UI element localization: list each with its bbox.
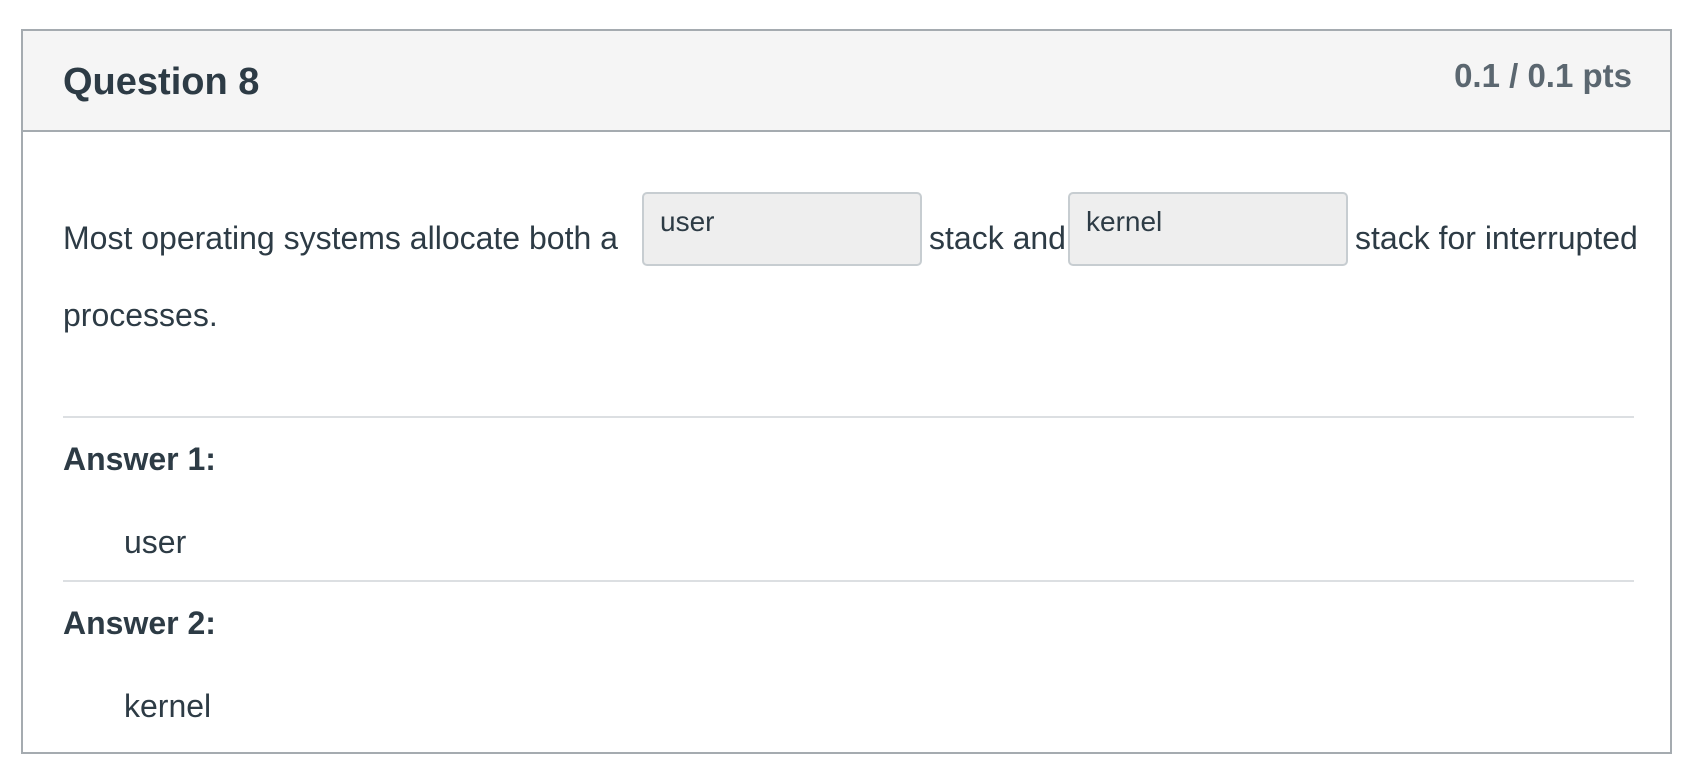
answer-blank-2[interactable]: kernel xyxy=(1068,192,1348,266)
question-title: Question 8 xyxy=(63,61,260,103)
question-text-part-2: stack and xyxy=(929,220,1066,256)
question-text-part-3: stack for interrupted xyxy=(1355,220,1638,256)
answer-label-1: Answer 1: xyxy=(63,441,216,477)
answer-value-1: user xyxy=(124,524,187,560)
divider xyxy=(63,416,1634,418)
question-header: Question 8 0.1 / 0.1 pts xyxy=(23,31,1670,132)
question-text-part-1: Most operating systems allocate both a xyxy=(63,220,618,256)
answer-blank-1[interactable]: user xyxy=(642,192,922,266)
answer-value-2: kernel xyxy=(124,688,212,724)
question-text-part-4: processes. xyxy=(63,297,218,333)
answer-label-2: Answer 2: xyxy=(63,605,216,641)
question-card: Question 8 0.1 / 0.1 pts Most operating … xyxy=(21,29,1672,754)
question-points: 0.1 / 0.1 pts xyxy=(1454,57,1632,94)
divider xyxy=(63,580,1634,582)
